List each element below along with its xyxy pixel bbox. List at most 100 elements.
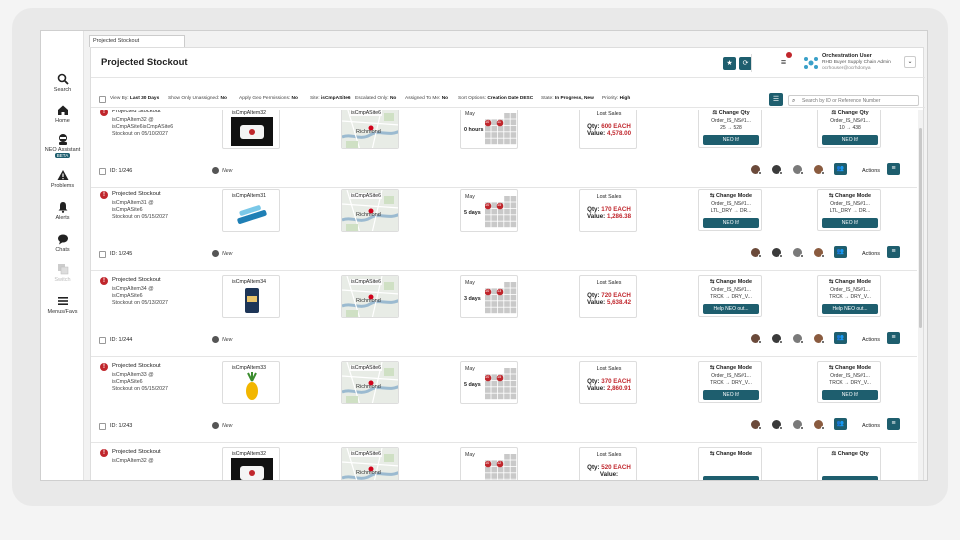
neo-it-button[interactable]: NEO It! [703,135,759,145]
nav-home[interactable]: Home [41,104,84,124]
resolution-card-1[interactable]: ⚖ Change Qty Order_IS_NS#1... 25 → 528 NEO … [698,110,762,148]
site-box[interactable]: isCmpASite6 Richmond [341,189,399,232]
card-title[interactable]: Projected Stockout [112,191,161,197]
avatar[interactable] [792,419,804,430]
avatar[interactable] [750,333,762,344]
filter-unassigned[interactable]: Show Only Unassigned: No [168,96,227,101]
problem-id[interactable]: ID: 1/246 [110,168,132,174]
item-box[interactable]: isCmpAItem34 [222,275,280,318]
filter-assigned-to-me[interactable]: Assigned To Me: No [405,96,448,101]
item-box[interactable]: isCmpAItem32 [222,110,280,149]
card-title[interactable]: Projected Stockout [112,110,161,114]
collaborate-button[interactable]: 👥 [834,332,847,344]
resolution-card-1[interactable]: ⇆ Change Mode Order_IS_NS#1... TRCK → DRY_… [698,361,762,403]
avatar[interactable] [813,333,825,344]
user-menu-button[interactable]: ⌄ [904,56,916,68]
stockout-card[interactable]: ! Projected Stockout isCmpAItem34 @ isCmpAS… [91,271,917,357]
nav-chats[interactable]: Chats [41,233,84,253]
problem-id[interactable]: ID: 1/245 [110,251,132,257]
row-checkbox[interactable] [99,423,106,430]
avatar[interactable] [813,164,825,175]
card-title[interactable]: Projected Stockout [112,449,161,455]
resolution-card-1[interactable]: ⇆ Change Mode Order_IS_NS#1... TRCK → DRY_… [698,275,762,317]
neo-it-button[interactable]: NEO It! [703,390,759,400]
collaborate-button[interactable]: 👥 [834,163,847,175]
site-box[interactable]: isCmpASite6 Richmond [341,361,399,404]
filter-settings-button[interactable]: ☰ [769,93,783,106]
resolution-card-1[interactable]: ⇆ Change Mode [698,447,762,480]
resolution-card-2[interactable]: ⇆ Change Mode Order_IS_NS#1... TRCK → DRY_… [817,275,881,317]
card-title[interactable]: Projected Stockout [112,363,161,369]
avatar[interactable] [771,247,783,258]
neo-it-button[interactable] [822,476,878,480]
filter-priority[interactable]: Priority: High [602,96,630,101]
select-all-checkbox[interactable] [99,96,106,103]
avatar[interactable] [792,247,804,258]
lost-sales-box[interactable]: Lost Sales Qty: 520 EACH Value: [579,447,637,480]
actions-menu-button[interactable]: ≡ [887,332,900,344]
neo-it-button[interactable]: NEO It! [822,135,878,145]
problem-id[interactable]: ID: 1/243 [110,423,132,429]
collaborate-button[interactable]: 👥 [834,418,847,430]
avatar[interactable] [813,419,825,430]
stockout-card[interactable]: ! Projected Stockout isCmpAItem32 @ isCmpAS… [91,110,917,188]
nav-neo-assistant[interactable]: NEO Assistant BETA [41,133,84,159]
resolution-card-2[interactable]: ⚖ Change Qty [817,447,881,480]
tab-projected-stockout[interactable]: Projected Stockout [89,35,185,47]
stockout-card[interactable]: ! Projected Stockout isCmpAItem32 @ isCmpAI… [91,443,917,480]
item-box[interactable]: isCmpAItem33 [222,361,280,404]
avatar[interactable] [813,247,825,258]
avatar[interactable] [750,247,762,258]
stockout-calendar[interactable]: May 10 12 [460,447,518,480]
filter-state[interactable]: State: In Progress, New [541,96,594,101]
neo-it-button[interactable]: NEO It! [822,390,878,400]
avatar[interactable] [792,164,804,175]
resolution-card-1[interactable]: ⇆ Change Mode Order_IS_NS#1... LTL_DRY → D… [698,189,762,231]
lost-sales-box[interactable]: Lost Sales Qty: 170 EACH Value: 1,286.38 [579,189,637,232]
filter-sort[interactable]: Sort Options: Creation Date DESC [458,96,533,101]
avatar[interactable] [771,419,783,430]
favorite-button[interactable]: ★ [723,57,736,70]
lost-sales-box[interactable]: Lost Sales Qty: 720 EACH Value: 5,638.42 [579,275,637,318]
scrollbar-thumb[interactable] [919,128,922,328]
filter-view-by[interactable]: View By: Last 30 Days [110,96,159,101]
item-box[interactable]: isCmpAItem31 [222,189,280,232]
resolution-card-2[interactable]: ⇆ Change Mode Order_IS_NS#1... TRCK → DRY_… [817,361,881,403]
nav-search[interactable]: Search [41,73,84,93]
neo-it-button[interactable]: Help NEO out... [822,304,878,314]
row-checkbox[interactable] [99,251,106,258]
collaborate-button[interactable]: 👥 [834,246,847,258]
filter-site[interactable]: Site: isCmpASite6 [310,96,351,101]
row-checkbox[interactable] [99,337,106,344]
filter-geo-permissions[interactable]: Apply Geo Permissions: No [239,96,298,101]
nav-problems[interactable]: Problems [41,169,84,189]
card-title[interactable]: Projected Stockout [112,277,161,283]
site-box[interactable]: isCmpASite6 Richmond [341,110,399,149]
nav-menus-favs[interactable]: Menus/Favs [41,295,84,315]
resolution-card-2[interactable]: ⚖ Change Qty Order_IS_NS#1... 10 → 438 NEO … [817,110,881,148]
item-box[interactable]: isCmpAItem32 [222,447,280,480]
avatar[interactable] [792,333,804,344]
avatar[interactable] [750,419,762,430]
stockout-calendar[interactable]: May 5 days 10 15 [460,361,518,404]
stockout-calendar[interactable]: May 3 days 10 13 [460,275,518,318]
resolution-card-2[interactable]: ⇆ Change Mode Order_IS_NS#1... LTL_DRY → D… [817,189,881,231]
stockout-calendar[interactable]: May 5 days 10 15 [460,189,518,232]
actions-menu-button[interactable]: ≡ [887,418,900,430]
search-input[interactable]: ⌕ Search by ID or Reference Number [788,95,919,106]
row-checkbox[interactable] [99,168,106,175]
neo-it-button[interactable] [703,476,759,480]
actions-menu-button[interactable]: ≡ [887,163,900,175]
avatar[interactable] [771,164,783,175]
avatar[interactable] [771,333,783,344]
site-box[interactable]: isCmpASite6 Richmond [341,447,399,480]
stockout-card[interactable]: ! Projected Stockout isCmpAItem31 @ isCmpAS… [91,185,917,271]
stockout-calendar[interactable]: May 0 hours 10 11 [460,110,518,149]
lost-sales-box[interactable]: Lost Sales Qty: 600 EACH Value: 4,578.00 [579,110,637,149]
stockout-card[interactable]: ! Projected Stockout isCmpAItem33 @ isCmpAS… [91,357,917,443]
site-box[interactable]: isCmpASite6 Richmond [341,275,399,318]
lost-sales-box[interactable]: Lost Sales Qty: 370 EACH Value: 2,860.91 [579,361,637,404]
problem-id[interactable]: ID: 1/244 [110,337,132,343]
neo-it-button[interactable]: NEO It! [822,218,878,228]
neo-it-button[interactable]: Help NEO out... [703,304,759,314]
